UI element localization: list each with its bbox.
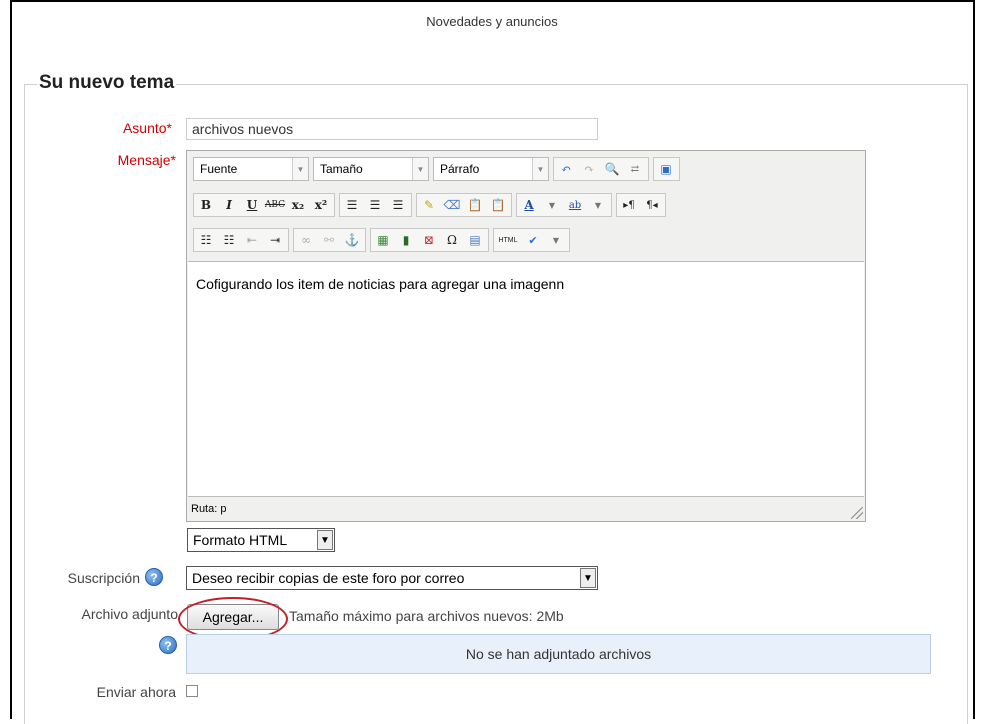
font-family-select[interactable]: Fuente ▼	[193, 157, 309, 181]
replace-icon[interactable]: ⇄	[624, 158, 646, 180]
insert-table-icon[interactable]: ▤	[464, 229, 486, 251]
toolbar-group-text-style: B I U ABC x₂ x²	[193, 193, 335, 217]
resize-grip-icon[interactable]	[851, 507, 863, 519]
forum-title: Novedades y anuncios	[426, 14, 558, 29]
strikethrough-icon[interactable]: ABC	[264, 194, 286, 216]
font-size-select[interactable]: Tamaño ▼	[313, 157, 429, 181]
html-source-icon[interactable]: HTML	[495, 229, 521, 251]
format-select-value: Formato HTML	[193, 532, 288, 548]
toolbar-group-insert: ▦ ▮ ⊠ Ω ▤	[370, 228, 489, 252]
max-size-text: Tamaño máximo para archivos nuevos: 2Mb	[289, 608, 564, 624]
outdent-icon[interactable]: ⇤	[241, 229, 263, 251]
subject-input[interactable]	[186, 118, 598, 140]
paragraph-format-select-label: Párrafo	[440, 162, 480, 176]
toolbar-row-1: Fuente ▼ Tamaño ▼ Párrafo ▼ ↶ ↷ 🔍 ⇄ ▣	[193, 156, 684, 182]
subscription-select[interactable]: Deseo recibir copias de este foro por co…	[186, 566, 598, 590]
required-star: *	[166, 120, 172, 136]
cleanup-broom-icon[interactable]: ✎	[418, 194, 440, 216]
nolink-icon[interactable]: ⊠	[418, 229, 440, 251]
chevron-down-icon[interactable]: ▼	[541, 194, 563, 216]
spellcheck-icon[interactable]: ✔	[522, 229, 544, 251]
attachment-label: Archivo adjunto	[81, 606, 178, 622]
toolbar-group-clean: ✎ ⌫ 📋 📋	[416, 193, 512, 217]
eraser-icon[interactable]: ⌫	[441, 194, 463, 216]
bullet-list-icon[interactable]: ☷	[195, 229, 217, 251]
help-icon[interactable]: ?	[145, 568, 163, 586]
subscription-label: Suscripción	[67, 570, 140, 586]
send-now-label: Enviar ahora	[96, 684, 176, 700]
align-left-icon[interactable]: ☰	[341, 194, 363, 216]
rtl-direction-icon[interactable]: ¶◂	[641, 194, 663, 216]
toolbar-group-history: ↶ ↷ 🔍 ⇄	[553, 157, 649, 181]
send-now-checkbox[interactable]	[186, 685, 198, 697]
special-char-icon[interactable]: Ω	[441, 229, 463, 251]
chevron-down-icon[interactable]: ▼	[587, 194, 609, 216]
paragraph-format-select[interactable]: Párrafo ▼	[433, 157, 549, 181]
toolbar-row-3: ☷ ☷ ⇤ ⇥ ∞ ⚯ ⚓ ▦ ▮ ⊠ Ω ▤ HTML ✔ ▼	[193, 227, 574, 253]
format-select[interactable]: Formato HTML ▼	[187, 528, 335, 552]
highlight-color-icon[interactable]: ab	[564, 194, 586, 216]
help-icon[interactable]: ?	[159, 636, 177, 654]
insert-media-icon[interactable]: ▮	[395, 229, 417, 251]
editor-path: Ruta: p	[191, 503, 227, 515]
numbered-list-icon[interactable]: ☷	[218, 229, 240, 251]
chevron-down-icon: ▼	[412, 158, 428, 180]
toolbar-row-2: B I U ABC x₂ x² ☰ ☰ ☰ ✎ ⌫ 📋 📋 A ▼ ab ▼ ▸…	[193, 192, 670, 218]
message-label: Mensaje*	[60, 152, 176, 168]
toolbar-group-align: ☰ ☰ ☰	[339, 193, 412, 217]
text-color-icon[interactable]: A	[518, 194, 540, 216]
required-star: *	[170, 152, 176, 168]
editor-content[interactable]: Cofigurando los item de noticias para ag…	[188, 261, 864, 497]
toolbar-group-color: A ▼ ab ▼	[516, 193, 612, 217]
bold-icon[interactable]: B	[195, 194, 217, 216]
underline-icon[interactable]: U	[241, 194, 263, 216]
anchor-icon[interactable]: ⚓	[341, 229, 363, 251]
insert-image-icon[interactable]: ▦	[372, 229, 394, 251]
ltr-direction-icon[interactable]: ▸¶	[618, 194, 640, 216]
attached-files-empty-text: No se han adjuntado archivos	[465, 646, 652, 662]
indent-icon[interactable]: ⇥	[264, 229, 286, 251]
chevron-down-icon: ▼	[580, 568, 596, 588]
undo-icon[interactable]: ↶	[555, 158, 577, 180]
toolbar-group-links: ∞ ⚯ ⚓	[293, 228, 366, 252]
toolbar-group-direction: ▸¶ ¶◂	[616, 193, 666, 217]
toolbar-group-fullscreen: ▣	[653, 157, 680, 181]
chevron-down-icon[interactable]: ▼	[545, 229, 567, 251]
paste-word-icon[interactable]: 📋	[487, 194, 509, 216]
message-label-text: Mensaje	[117, 152, 171, 168]
toolbar-group-source: HTML ✔ ▼	[493, 228, 570, 252]
subscript-icon[interactable]: x₂	[287, 194, 309, 216]
font-size-select-label: Tamaño	[320, 162, 363, 176]
toolbar-group-lists: ☷ ☷ ⇤ ⇥	[193, 228, 289, 252]
form-legend: Su nuevo tema	[37, 72, 177, 94]
italic-icon[interactable]: I	[218, 194, 240, 216]
link-icon[interactable]: ∞	[295, 229, 317, 251]
chevron-down-icon: ▼	[532, 158, 548, 180]
subject-label: Asunto*	[60, 120, 172, 136]
subscription-select-value: Deseo recibir copias de este foro por co…	[192, 570, 465, 586]
subject-label-text: Asunto	[122, 120, 167, 136]
chevron-down-icon: ▼	[292, 158, 308, 180]
align-right-icon[interactable]: ☰	[387, 194, 409, 216]
font-family-select-label: Fuente	[200, 162, 238, 176]
rich-text-editor: Fuente ▼ Tamaño ▼ Párrafo ▼ ↶ ↷ 🔍 ⇄ ▣ B …	[186, 150, 866, 522]
attached-files-area[interactable]: No se han adjuntado archivos	[186, 634, 931, 674]
redo-icon[interactable]: ↷	[578, 158, 600, 180]
paste-text-icon[interactable]: 📋	[464, 194, 486, 216]
align-center-icon[interactable]: ☰	[364, 194, 386, 216]
superscript-icon[interactable]: x²	[310, 194, 332, 216]
fullscreen-icon[interactable]: ▣	[655, 158, 677, 180]
search-icon[interactable]: 🔍	[601, 158, 623, 180]
chevron-down-icon: ▼	[317, 530, 333, 550]
unlink-icon[interactable]: ⚯	[318, 229, 340, 251]
